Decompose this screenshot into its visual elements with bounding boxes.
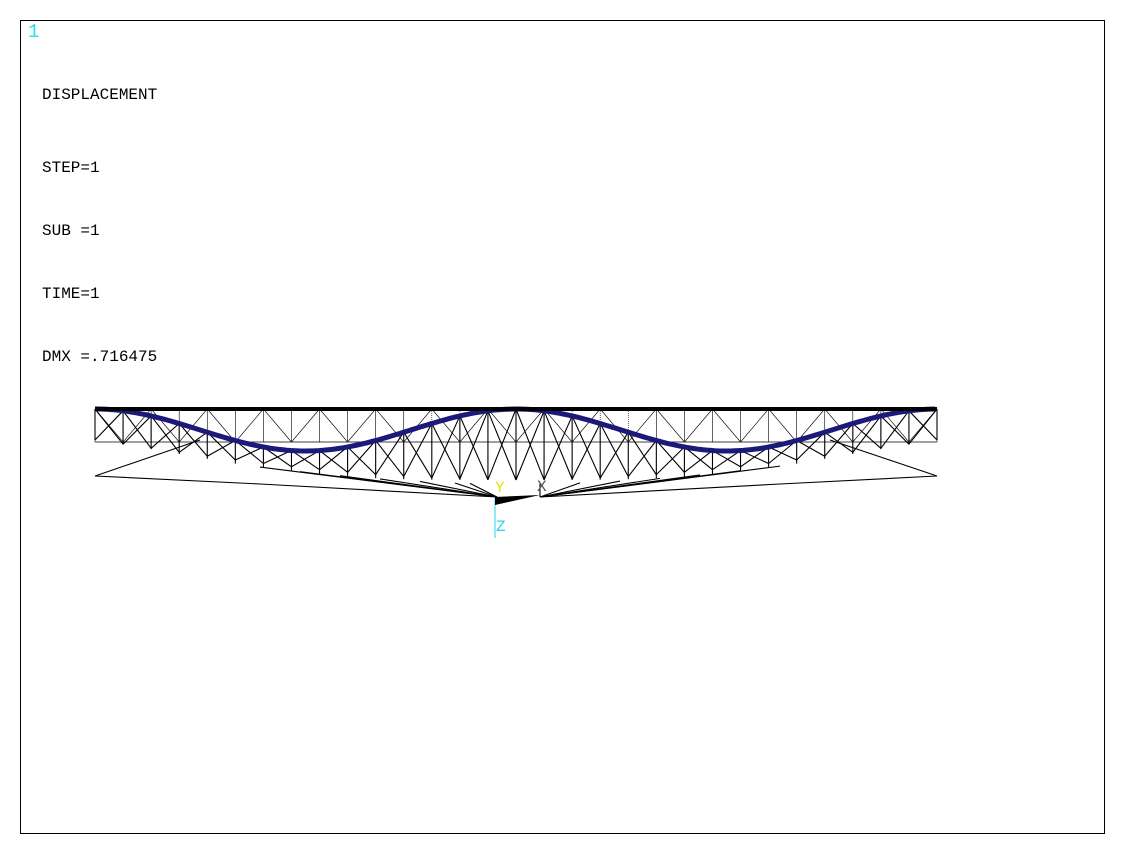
truss-member <box>319 450 348 473</box>
truss-member <box>94 408 124 445</box>
truss-member <box>656 408 685 443</box>
truss-member <box>684 450 713 473</box>
truss-member <box>655 446 685 476</box>
truss-member <box>768 446 797 461</box>
truss-member <box>150 423 180 449</box>
truss-member <box>347 408 376 443</box>
truss-member <box>206 440 236 457</box>
truss-member <box>908 408 938 445</box>
y-axis-label: Y <box>495 479 505 497</box>
truss-member <box>291 408 320 443</box>
truss-member <box>347 446 377 476</box>
truss-member <box>684 408 713 443</box>
z-axis-label: Z <box>496 518 506 536</box>
truss-member <box>403 431 433 479</box>
truss-member <box>235 408 264 443</box>
truss-member <box>779 475 938 485</box>
truss-member <box>487 408 517 443</box>
truss-member <box>796 440 826 457</box>
truss-member <box>150 408 180 443</box>
truss-member <box>431 423 461 480</box>
truss-member <box>94 439 201 477</box>
truss-member <box>627 440 657 477</box>
truss-member <box>599 431 629 479</box>
truss-member <box>740 408 769 443</box>
truss-model-plot: Z Y X <box>94 406 938 538</box>
truss-member <box>515 408 545 443</box>
truss-member <box>712 408 741 443</box>
truss-member <box>852 423 882 449</box>
x-axis-label: X <box>537 478 547 496</box>
truss-member <box>94 475 261 485</box>
truss-member <box>539 483 781 498</box>
truss-member <box>768 408 797 443</box>
truss-member <box>375 440 405 477</box>
coordinate-triad: Z Y X <box>494 478 547 538</box>
truss-member <box>571 423 601 480</box>
truss-member <box>259 483 498 498</box>
truss-member <box>94 410 124 441</box>
truss-member <box>122 415 152 445</box>
truss-member <box>908 410 938 441</box>
deformed-truss <box>94 408 938 498</box>
deformed-top-chord <box>95 406 936 454</box>
truss-member <box>319 408 348 443</box>
truss-member <box>263 408 292 443</box>
truss-member <box>235 446 264 461</box>
truss-member <box>852 408 882 443</box>
